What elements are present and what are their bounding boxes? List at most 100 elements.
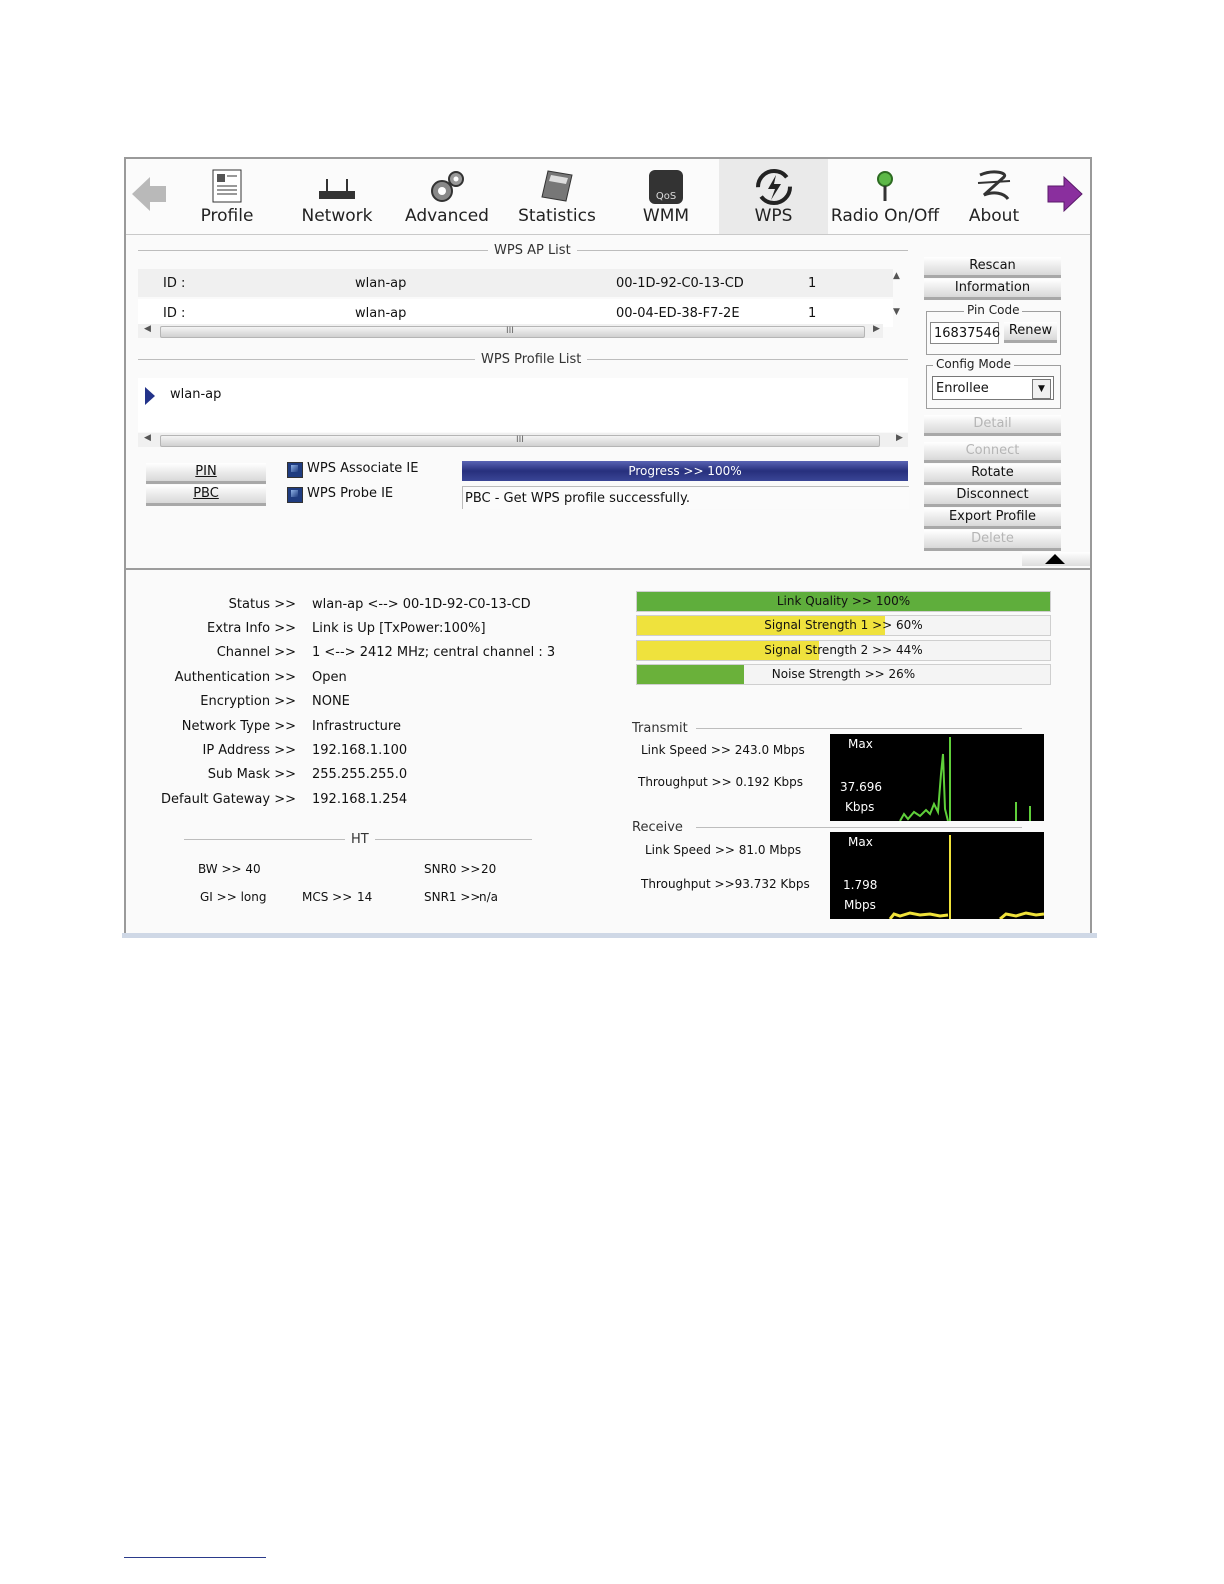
collapse-button[interactable] bbox=[1022, 552, 1090, 566]
ap-list-scrollbar[interactable]: ◀ III ▶ bbox=[138, 324, 883, 338]
scroll-up-icon[interactable]: ▲ bbox=[893, 271, 900, 281]
back-arrow-icon[interactable] bbox=[130, 175, 168, 213]
graph-value: 1.798 bbox=[843, 878, 878, 892]
tab-network[interactable]: Network bbox=[294, 159, 380, 234]
pin-button[interactable]: PIN bbox=[146, 463, 266, 484]
ap-list-row[interactable]: ID : wlan-ap 00-04-ED-38-F7-2E 1 bbox=[138, 299, 893, 327]
ht-bw: BW >> 40 bbox=[198, 862, 261, 876]
receive-link-speed: Link Speed >> 81.0 Mbps bbox=[645, 843, 802, 857]
scroll-down-icon[interactable]: ▼ bbox=[893, 307, 900, 317]
scrollbar-grip: III bbox=[516, 435, 524, 445]
gears-icon bbox=[431, 171, 464, 202]
toolbar: Profile Network Advanced Statistics QoS … bbox=[126, 159, 1090, 235]
scrollbar-thumb[interactable]: III bbox=[160, 326, 865, 338]
footnote-divider bbox=[124, 1557, 266, 1558]
link-quality-bar: Link Quality >> 100% bbox=[636, 591, 1051, 612]
tab-wps[interactable]: WPS bbox=[719, 159, 828, 234]
chevron-down-icon[interactable]: ▼ bbox=[1032, 379, 1051, 399]
tab-label: About bbox=[968, 206, 1020, 226]
disconnect-button[interactable]: Disconnect bbox=[924, 486, 1061, 507]
svg-text:QoS: QoS bbox=[656, 191, 676, 202]
button-label: Delete bbox=[971, 531, 1014, 546]
pin-label: PIN bbox=[195, 464, 217, 479]
profile-list: wlan-ap bbox=[138, 378, 908, 432]
button-label: Renew bbox=[1008, 323, 1053, 338]
graph-unit: Kbps bbox=[845, 800, 875, 814]
tab-label: Network bbox=[301, 206, 373, 226]
button-label: Connect bbox=[965, 443, 1020, 458]
rotate-button[interactable]: Rotate bbox=[924, 464, 1061, 485]
pbc-button[interactable]: PBC bbox=[146, 485, 266, 506]
transmit-graph: Max 37.696 Kbps bbox=[830, 734, 1044, 821]
router-icon bbox=[319, 179, 355, 199]
ap-channel: 1 bbox=[808, 276, 817, 291]
calculator-icon bbox=[541, 170, 573, 202]
detail-button[interactable]: Detail bbox=[924, 415, 1061, 436]
selected-arrow-icon bbox=[145, 387, 155, 405]
scroll-left-icon[interactable]: ◀ bbox=[144, 433, 151, 443]
tab-radio-on-off[interactable]: Radio On/Off bbox=[828, 159, 942, 234]
button-label: Detail bbox=[973, 416, 1012, 431]
config-mode-select[interactable]: Enrollee ▼ bbox=[932, 376, 1054, 400]
tab-label: Profile bbox=[200, 206, 254, 226]
transmit-throughput: Throughput >> 0.192 Kbps bbox=[638, 775, 803, 789]
receive-throughput: Throughput >>93.732 Kbps bbox=[641, 877, 810, 891]
tab-label: Advanced bbox=[405, 206, 489, 226]
pin-code-field[interactable]: 16837546 bbox=[930, 322, 1000, 344]
signal-strength-2-bar: Signal Strength 2 >> 44% bbox=[636, 640, 1051, 661]
transmit-title: Transmit bbox=[630, 721, 694, 736]
section-title: WPS Profile List bbox=[475, 352, 588, 367]
default-gateway-value: 192.168.1.254 bbox=[312, 792, 408, 807]
tab-about[interactable]: About bbox=[954, 159, 1034, 234]
connect-button[interactable]: Connect bbox=[924, 442, 1061, 463]
ap-id-label: ID : bbox=[163, 276, 186, 291]
wps-message-box: PBC - Get WPS profile successfully. bbox=[462, 486, 909, 509]
encryption-label: Encryption >> bbox=[200, 694, 296, 709]
forward-arrow-icon[interactable] bbox=[1044, 175, 1084, 213]
list-item[interactable]: wlan-ap bbox=[138, 382, 908, 408]
bar-label: Link Quality >> 100% bbox=[776, 594, 911, 608]
scroll-right-icon[interactable]: ▶ bbox=[896, 433, 903, 443]
ap-list-row[interactable]: ID : wlan-ap 00-1D-92-C0-13-CD 1 bbox=[138, 269, 893, 297]
bar-label: Signal Strength 1 >> 60% bbox=[764, 618, 923, 632]
scroll-right-icon[interactable]: ▶ bbox=[873, 324, 880, 334]
profile-list-scrollbar[interactable]: ◀ III ▶ bbox=[138, 433, 908, 447]
ap-channel: 1 bbox=[808, 306, 817, 321]
tab-profile[interactable]: Profile bbox=[188, 159, 266, 234]
ht-snr1-value: n/a bbox=[479, 890, 499, 904]
default-gateway-label: Default Gateway >> bbox=[161, 792, 296, 807]
bar-label: Signal Strength 2 >> 44% bbox=[764, 643, 923, 657]
button-label: Export Profile bbox=[948, 509, 1037, 524]
wps-associate-ie-label: WPS Associate IE bbox=[307, 461, 419, 476]
wps-associate-ie-checkbox[interactable] bbox=[287, 462, 303, 478]
profile-document-icon bbox=[212, 169, 242, 203]
tab-wmm[interactable]: QoS WMM bbox=[626, 159, 706, 234]
button-label: Information bbox=[954, 280, 1031, 295]
tab-label: WMM bbox=[642, 206, 690, 226]
information-button[interactable]: Information bbox=[924, 279, 1061, 300]
profile-name: wlan-ap bbox=[170, 387, 222, 402]
rescan-button[interactable]: Rescan bbox=[924, 257, 1061, 278]
tab-statistics[interactable]: Statistics bbox=[512, 159, 602, 234]
renew-button[interactable]: Renew bbox=[1004, 322, 1057, 343]
tab-advanced[interactable]: Advanced bbox=[402, 159, 492, 234]
pin-code-group: Pin Code 16837546 Renew bbox=[926, 303, 1061, 355]
chevron-up-icon bbox=[1045, 554, 1065, 564]
export-profile-button[interactable]: Export Profile bbox=[924, 508, 1061, 529]
delete-button[interactable]: Delete bbox=[924, 530, 1061, 551]
scrollbar-grip: III bbox=[506, 326, 514, 336]
config-mode-legend: Config Mode bbox=[933, 357, 1015, 371]
button-label: Rescan bbox=[969, 258, 1016, 273]
scrollbar-thumb[interactable]: III bbox=[160, 435, 880, 447]
button-label: Rotate bbox=[971, 465, 1014, 480]
encryption-value: NONE bbox=[312, 694, 350, 709]
scroll-left-icon[interactable]: ◀ bbox=[144, 324, 151, 334]
channel-value: 1 <--> 2412 MHz; central channel : 3 bbox=[312, 645, 556, 660]
extra-info-label: Extra Info >> bbox=[207, 621, 296, 636]
transmit-header: Transmit bbox=[630, 721, 1022, 736]
ht-snr0-label: SNR0 >> bbox=[424, 862, 481, 876]
divider bbox=[126, 568, 1090, 570]
receive-title: Receive bbox=[630, 820, 689, 835]
sub-mask-value: 255.255.255.0 bbox=[312, 767, 408, 782]
wps-probe-ie-checkbox[interactable] bbox=[287, 487, 303, 503]
